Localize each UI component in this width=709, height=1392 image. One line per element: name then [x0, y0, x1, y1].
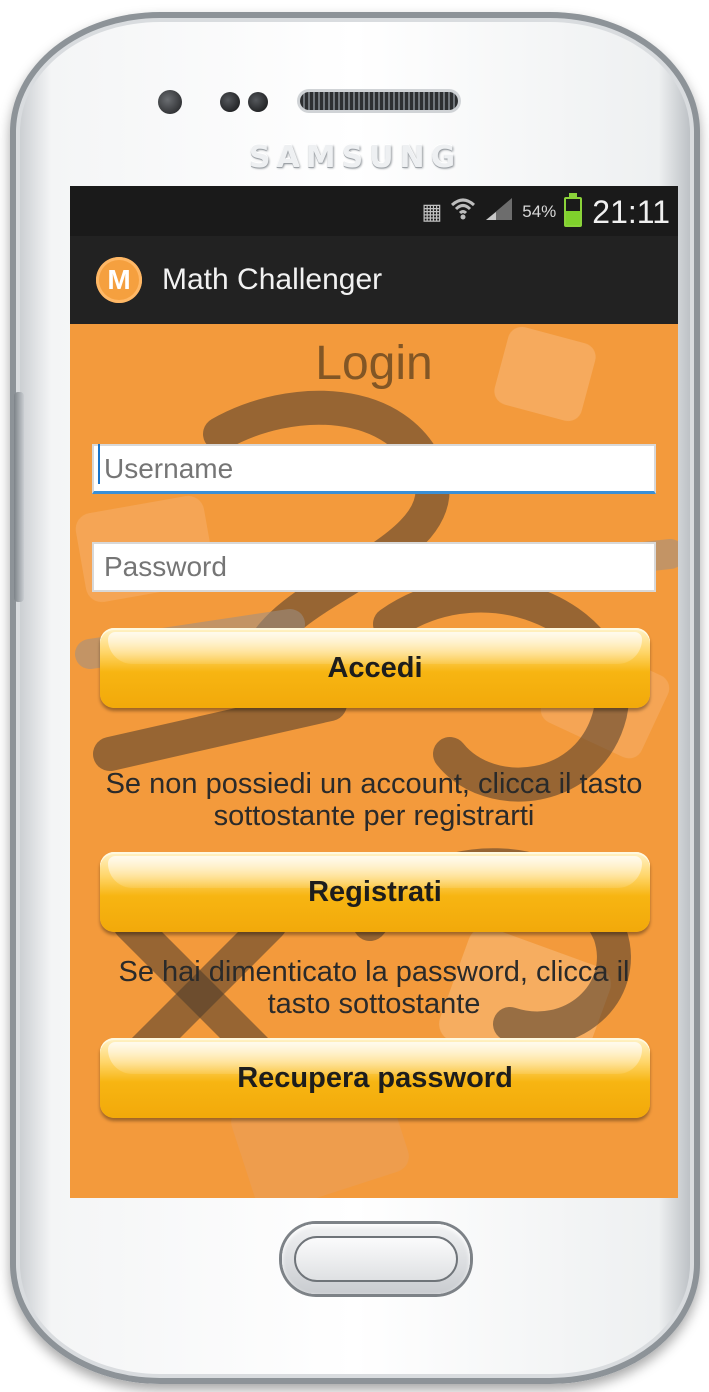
username-input[interactable]	[92, 444, 656, 494]
register-info-text: Se non possiedi un account, clicca il ta…	[105, 768, 643, 832]
screen: ▦ 54% 21:11 M Math Challenger Login Acce…	[70, 186, 678, 1198]
status-bar: ▦ 54% 21:11	[70, 186, 678, 236]
home-button[interactable]	[282, 1224, 470, 1294]
register-button-label: Registrati	[308, 875, 442, 908]
register-button[interactable]: Registrati	[100, 852, 650, 932]
text-cursor	[98, 444, 100, 484]
app-title: Math Challenger	[162, 263, 383, 296]
password-input[interactable]	[92, 542, 656, 592]
recover-password-button[interactable]: Recupera password	[100, 1038, 650, 1118]
battery-level	[566, 210, 581, 225]
proximity-sensor	[220, 92, 240, 112]
login-button[interactable]: Accedi	[100, 628, 650, 708]
clock: 21:11	[592, 193, 670, 230]
login-title: Login	[315, 337, 433, 390]
wifi-icon	[450, 196, 476, 228]
status-icons: ▦ 54% 21:11	[421, 190, 670, 234]
front-camera	[158, 90, 182, 114]
volume-key[interactable]	[14, 392, 24, 602]
notification-icon: ▦	[421, 199, 443, 224]
home-button-inner	[294, 1236, 458, 1282]
app-logo-icon[interactable]: M	[96, 257, 142, 303]
brand-logo: SAMSUNG	[248, 140, 462, 175]
battery-percent: 54%	[522, 202, 557, 221]
battery-icon	[564, 193, 583, 227]
login-button-label: Accedi	[327, 651, 423, 684]
recover-info-text: Se hai dimenticato la password, clicca i…	[118, 956, 630, 1020]
action-bar: M Math Challenger	[70, 236, 678, 324]
recover-password-button-label: Recupera password	[237, 1061, 513, 1094]
earpiece-speaker	[300, 92, 458, 110]
signal-icon	[484, 196, 514, 228]
light-sensor	[248, 92, 268, 112]
